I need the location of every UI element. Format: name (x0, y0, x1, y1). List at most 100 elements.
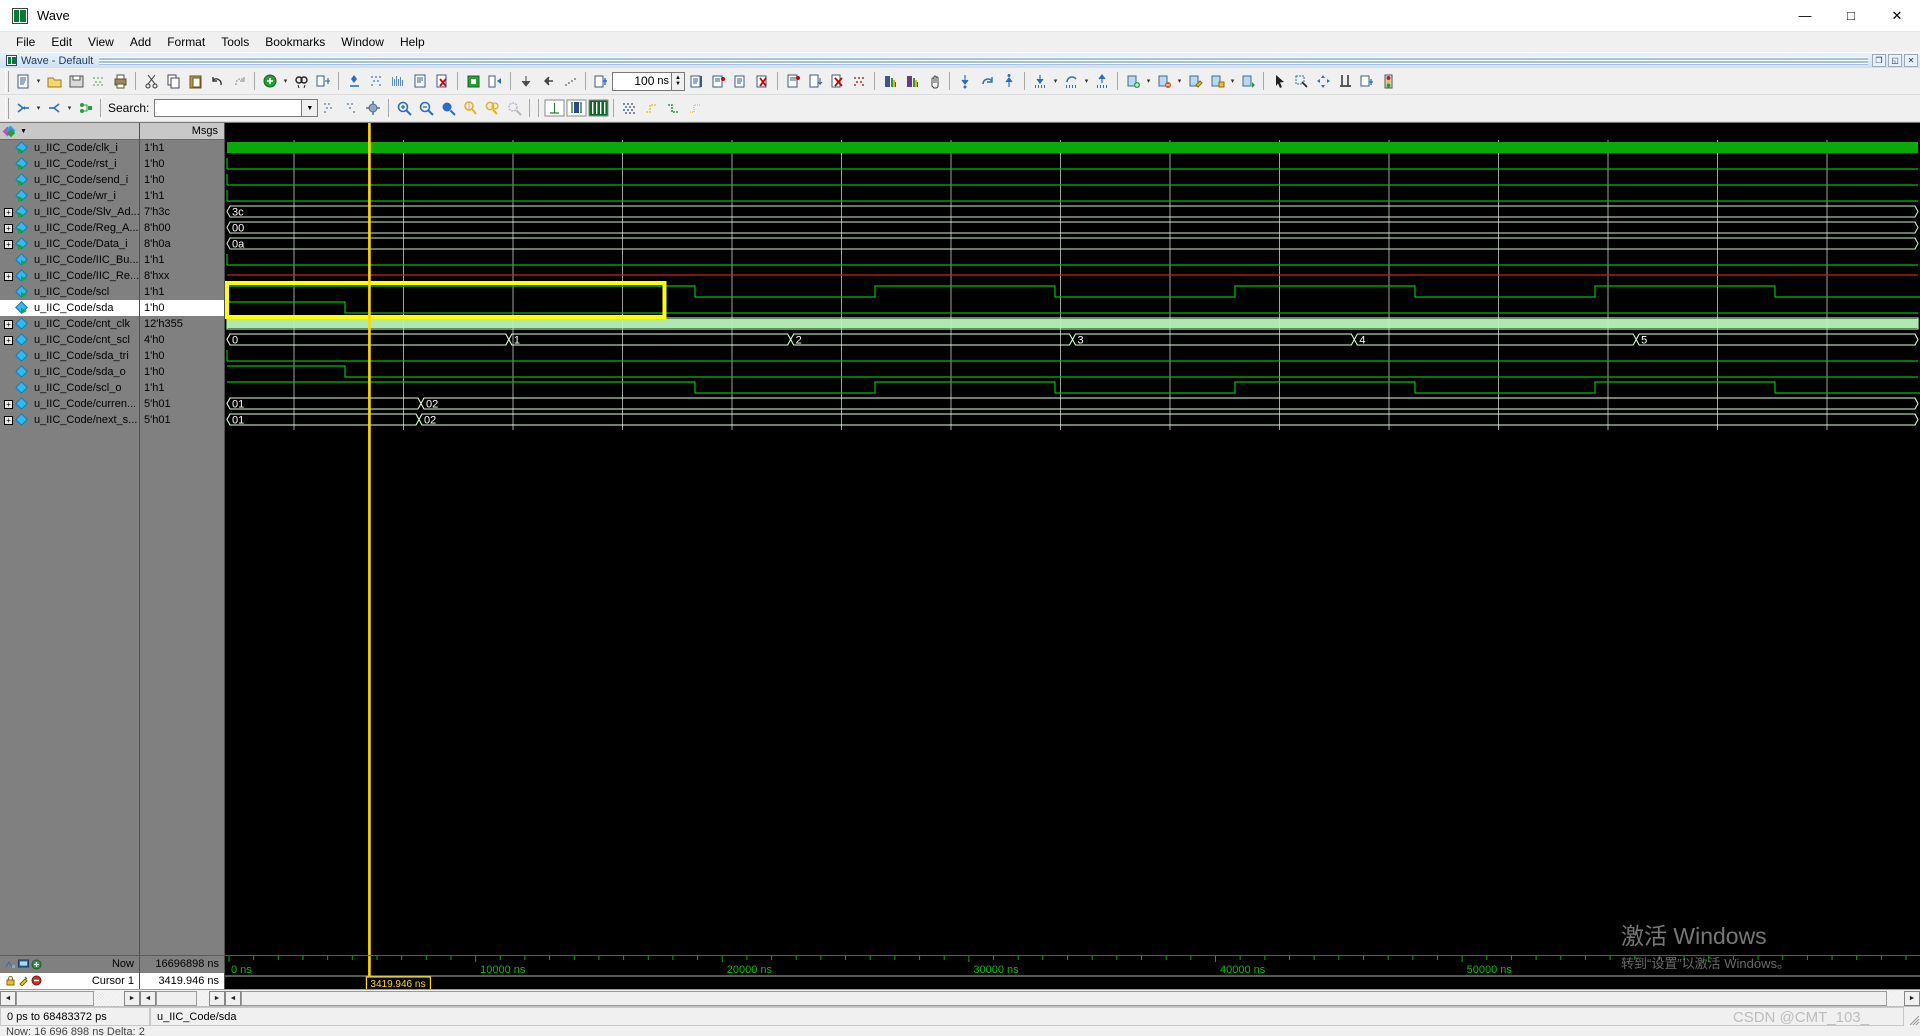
save-icon[interactable] (65, 70, 87, 92)
signal-row-3[interactable]: u_IIC_Code/wr_i (0, 188, 139, 204)
signal-names-list[interactable]: u_IIC_Code/clk_i u_IIC_Code/rst_i u_IIC_Co… (0, 140, 139, 955)
find-any-edge-icon[interactable] (1060, 70, 1082, 92)
signal-row-2[interactable]: u_IIC_Code/send_i (0, 172, 139, 188)
lock-cursor-icon[interactable] (1206, 70, 1228, 92)
signal-row-9[interactable]: u_IIC_Code/scl (0, 284, 139, 300)
menu-format[interactable]: Format (159, 33, 213, 51)
memory-list-icon[interactable] (879, 70, 901, 92)
wave-undock-button[interactable]: ❐ (1872, 54, 1886, 67)
waveform-compare-icon[interactable] (848, 70, 870, 92)
signal-values-list[interactable]: 1'h1 1'h0 1'h0 1'h1 7'h3c 8'h00 8'h0a 1'h1 8'hxx… (140, 140, 224, 955)
format-wave-icon-2[interactable] (365, 70, 387, 92)
search-next-icon[interactable] (340, 97, 362, 119)
maximize-button[interactable]: □ (1828, 0, 1874, 32)
open-folder-icon[interactable] (43, 70, 65, 92)
find-icon[interactable] (290, 70, 312, 92)
print-icon[interactable] (109, 70, 131, 92)
close-button[interactable]: ✕ (1874, 0, 1920, 32)
signal-row-17[interactable]: + u_IIC_Code/next_s... (0, 412, 139, 428)
zoom-last-icon[interactable] (503, 97, 525, 119)
values-scrollbar[interactable]: ◄ ► (140, 990, 225, 1007)
wave-restore-button[interactable]: ◱ (1888, 54, 1902, 67)
wave-view-overlay-icon[interactable] (565, 97, 587, 119)
values-scroll-left-icon[interactable]: ◄ (140, 991, 156, 1006)
select-mode-icon[interactable] (1268, 70, 1290, 92)
edit-cursor-icon[interactable] (18, 975, 29, 987)
expand-toggle-icon[interactable]: + (4, 335, 13, 345)
collapse-signals-dropdown-icon[interactable]: ▾ (65, 97, 74, 119)
signal-row-10[interactable]: u_IIC_Code/sda (0, 300, 139, 316)
menu-add[interactable]: Add (122, 33, 159, 51)
run-length-input[interactable]: 100 ns (612, 71, 672, 91)
signal-row-6[interactable]: + u_IIC_Code/Data_i (0, 236, 139, 252)
menu-bookmarks[interactable]: Bookmarks (257, 33, 333, 51)
search-input[interactable] (154, 99, 303, 117)
signal-row-8[interactable]: + u_IIC_Code/IIC_Re... (0, 268, 139, 284)
signal-row-0[interactable]: u_IIC_Code/clk_i (0, 140, 139, 156)
format-wave-icon-3[interactable] (387, 70, 409, 92)
find-falling-dropdown-icon[interactable]: ▾ (1051, 70, 1060, 92)
run-length-stepper[interactable]: ▲ ▼ (672, 71, 685, 91)
menu-window[interactable]: Window (333, 33, 392, 51)
names-scroll-track[interactable] (16, 991, 124, 1006)
cursor1-row[interactable]: Cursor 1 (0, 972, 139, 989)
lock-cursor-dropdown-icon[interactable]: ▾ (1228, 70, 1237, 92)
menu-help[interactable]: Help (392, 33, 433, 51)
expand-toggle-icon[interactable]: + (4, 271, 13, 281)
signal-row-4[interactable]: + u_IIC_Code/Slv_Ad... (0, 204, 139, 220)
zoom-range-mode-icon[interactable] (1356, 70, 1378, 92)
menu-edit[interactable]: Edit (43, 33, 80, 51)
minimize-button[interactable]: — (1782, 0, 1828, 32)
zoom-mode-icon[interactable] (1290, 70, 1312, 92)
zoom-in-icon[interactable] (393, 97, 415, 119)
expand-toggle-icon[interactable]: + (4, 319, 13, 329)
run-sim-icon[interactable] (484, 70, 506, 92)
expand-toggle-icon[interactable]: + (4, 399, 13, 409)
wave-pane-grip[interactable] (99, 56, 1868, 65)
find-any-edge-dropdown-icon[interactable]: ▾ (1082, 70, 1091, 92)
insert-row-icon[interactable] (312, 70, 334, 92)
add-wave-dropdown-icon[interactable]: ▾ (281, 70, 290, 92)
group-signals-icon[interactable] (74, 97, 96, 119)
cursor-mode-icon[interactable] (1334, 70, 1356, 92)
delete-cursor-icon[interactable] (1153, 70, 1175, 92)
signal-radix-icon[interactable] (1378, 70, 1400, 92)
wave-scroll-thumb[interactable] (241, 991, 1888, 1006)
zoom-out-icon[interactable] (415, 97, 437, 119)
paste-icon[interactable] (184, 70, 206, 92)
values-scroll-track[interactable] (156, 991, 209, 1006)
pan-mode-icon[interactable] (1312, 70, 1334, 92)
delete-all-icon[interactable] (826, 70, 848, 92)
zoom-cursor-icon[interactable] (459, 97, 481, 119)
signal-row-16[interactable]: + u_IIC_Code/curren... (0, 396, 139, 412)
wave-view-single-icon[interactable] (543, 97, 565, 119)
signal-row-7[interactable]: u_IIC_Code/IIC_Bu... (0, 252, 139, 268)
search-options-icon[interactable] (362, 97, 384, 119)
waveform-canvas-pane[interactable]: 3c 00 0a 0 1 2 3 4 5 01 02 01 02 (225, 123, 1920, 955)
expand-toggle-icon[interactable]: + (4, 239, 13, 249)
copy-icon[interactable] (162, 70, 184, 92)
dataflow-icon[interactable] (901, 70, 923, 92)
zoom-range-icon[interactable] (481, 97, 503, 119)
step-back-icon[interactable] (537, 70, 559, 92)
menu-file[interactable]: File (8, 33, 43, 51)
expand-signals-icon[interactable] (12, 97, 34, 119)
find-rising-edge-icon[interactable] (1091, 70, 1113, 92)
properties-icon[interactable] (409, 70, 431, 92)
restart-sim-icon[interactable] (462, 70, 484, 92)
wave-edge-1-icon[interactable] (640, 97, 662, 119)
names-scroll-left-icon[interactable]: ◄ (0, 991, 16, 1006)
wave-edge-2-icon[interactable] (662, 97, 684, 119)
wave-scroll-right-icon[interactable]: ► (1904, 991, 1920, 1006)
signal-row-15[interactable]: u_IIC_Code/scl_o (0, 380, 139, 396)
expand-toggle-icon[interactable]: + (4, 415, 13, 425)
zoom-full-icon[interactable] (437, 97, 459, 119)
add-cursor-icon[interactable] (1237, 70, 1259, 92)
stop-sim-icon[interactable] (751, 70, 773, 92)
pan-hand-icon[interactable] (923, 70, 945, 92)
toolbar-grip-2[interactable] (5, 97, 9, 119)
timeline-ruler-pane[interactable]: 0 ns 10000 ns 20000 ns 30000 ns 40000 ns 5000… (225, 956, 1920, 989)
find-falling-edge-icon[interactable] (1029, 70, 1051, 92)
format-wave-icon-1[interactable] (343, 70, 365, 92)
undo-icon[interactable] (206, 70, 228, 92)
